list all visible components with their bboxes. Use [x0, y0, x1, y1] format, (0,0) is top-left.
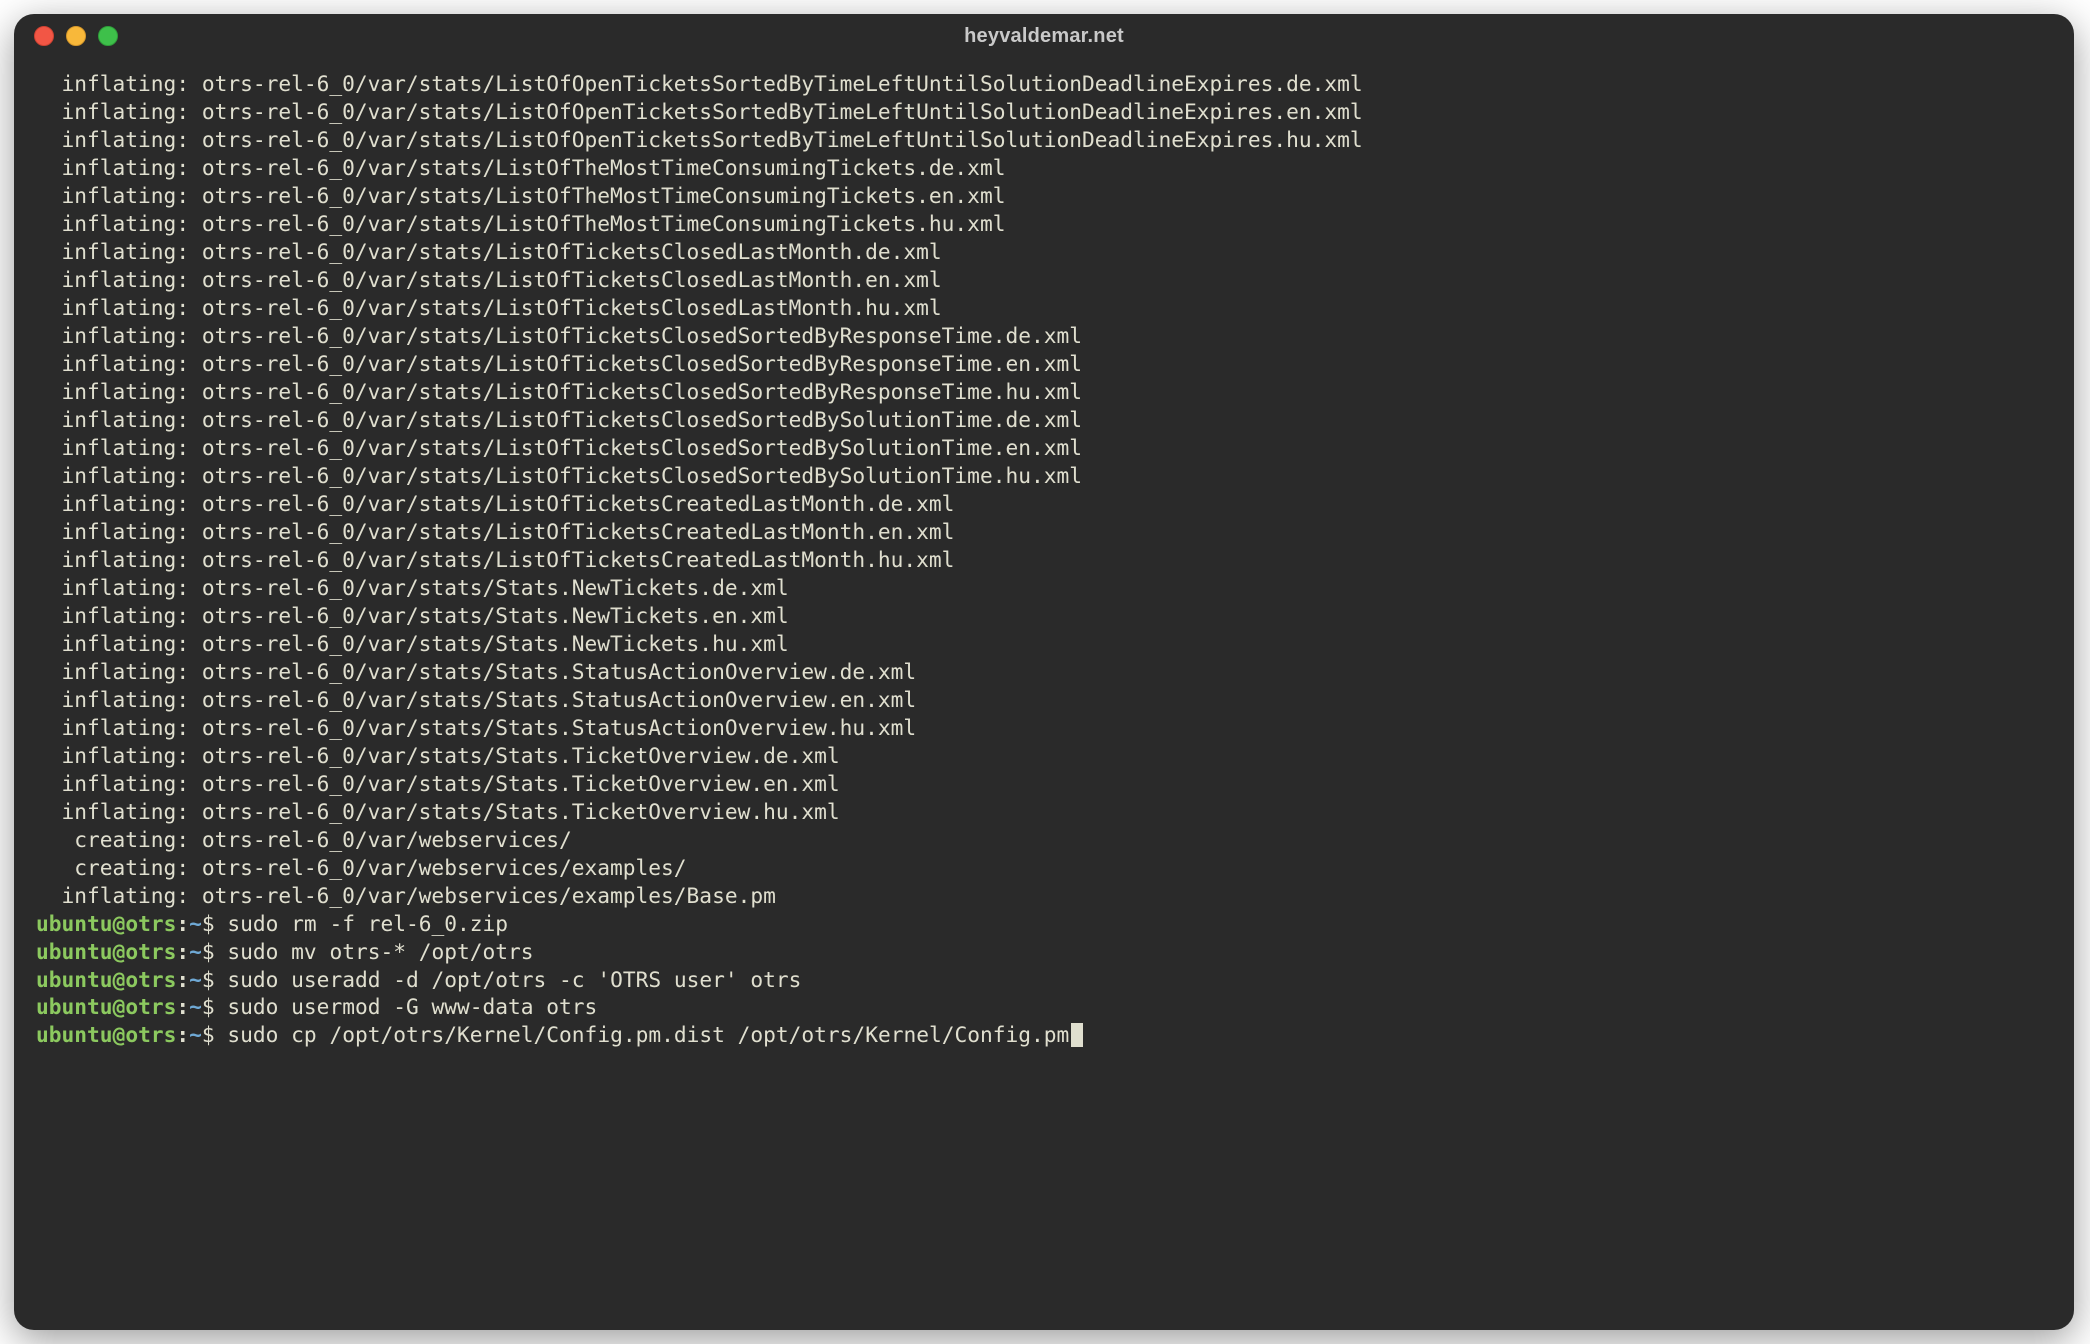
prompt-at: @	[113, 994, 126, 1019]
output-inflating-line: inflating: otrs-rel-6_0/var/webservices/…	[36, 883, 776, 908]
output-inflating-line: inflating: otrs-rel-6_0/var/stats/Stats.…	[36, 743, 840, 768]
output-inflating-line: inflating: otrs-rel-6_0/var/stats/ListOf…	[36, 491, 954, 516]
window-title: heyvaldemar.net	[14, 25, 2074, 48]
output-inflating-line: inflating: otrs-rel-6_0/var/stats/ListOf…	[36, 211, 1005, 236]
prompt-sigil: $	[202, 967, 228, 992]
command-text: sudo cp /opt/otrs/Kernel/Config.pm.dist …	[227, 1022, 1069, 1047]
prompt-cwd: ~	[189, 939, 202, 964]
cursor-icon	[1071, 1023, 1083, 1047]
command-text: sudo usermod -G www-data otrs	[227, 994, 597, 1019]
prompt-colon: :	[176, 1022, 189, 1047]
command-text: sudo mv otrs-* /opt/otrs	[227, 939, 533, 964]
terminal-window: heyvaldemar.net inflating: otrs-rel-6_0/…	[14, 14, 2074, 1330]
output-creating-line: creating: otrs-rel-6_0/var/webservices/	[36, 827, 572, 852]
prompt-user: ubuntu	[36, 939, 113, 964]
prompt-line: ubuntu@otrs:~$ sudo rm -f rel-6_0.zip	[36, 911, 508, 936]
prompt-at: @	[113, 1022, 126, 1047]
window-controls	[34, 26, 118, 46]
close-icon[interactable]	[34, 26, 54, 46]
prompt-user: ubuntu	[36, 994, 113, 1019]
output-inflating-line: inflating: otrs-rel-6_0/var/stats/ListOf…	[36, 351, 1082, 376]
output-inflating-line: inflating: otrs-rel-6_0/var/stats/ListOf…	[36, 267, 942, 292]
output-inflating-line: inflating: otrs-rel-6_0/var/stats/ListOf…	[36, 547, 954, 572]
output-inflating-line: inflating: otrs-rel-6_0/var/stats/ListOf…	[36, 127, 1363, 152]
prompt-line: ubuntu@otrs:~$ sudo usermod -G www-data …	[36, 994, 597, 1019]
command-text: sudo rm -f rel-6_0.zip	[227, 911, 508, 936]
prompt-at: @	[113, 939, 126, 964]
prompt-cwd: ~	[189, 967, 202, 992]
prompt-cwd: ~	[189, 994, 202, 1019]
prompt-at: @	[113, 911, 126, 936]
output-creating-line: creating: otrs-rel-6_0/var/webservices/e…	[36, 855, 687, 880]
output-inflating-line: inflating: otrs-rel-6_0/var/stats/ListOf…	[36, 379, 1082, 404]
terminal-body[interactable]: inflating: otrs-rel-6_0/var/stats/ListOf…	[14, 58, 2074, 1330]
prompt-host: otrs	[125, 1022, 176, 1047]
minimize-icon[interactable]	[66, 26, 86, 46]
prompt-host: otrs	[125, 967, 176, 992]
prompt-user: ubuntu	[36, 1022, 113, 1047]
prompt-user: ubuntu	[36, 911, 113, 936]
output-inflating-line: inflating: otrs-rel-6_0/var/stats/ListOf…	[36, 155, 1005, 180]
prompt-cwd: ~	[189, 911, 202, 936]
output-inflating-line: inflating: otrs-rel-6_0/var/stats/Stats.…	[36, 687, 916, 712]
output-inflating-line: inflating: otrs-rel-6_0/var/stats/ListOf…	[36, 323, 1082, 348]
output-inflating-line: inflating: otrs-rel-6_0/var/stats/Stats.…	[36, 715, 916, 740]
output-inflating-line: inflating: otrs-rel-6_0/var/stats/Stats.…	[36, 799, 840, 824]
prompt-at: @	[113, 967, 126, 992]
prompt-sigil: $	[202, 994, 228, 1019]
output-inflating-line: inflating: otrs-rel-6_0/var/stats/ListOf…	[36, 183, 1005, 208]
prompt-colon: :	[176, 939, 189, 964]
output-inflating-line: inflating: otrs-rel-6_0/var/stats/Stats.…	[36, 631, 789, 656]
prompt-sigil: $	[202, 939, 228, 964]
titlebar[interactable]: heyvaldemar.net	[14, 14, 2074, 58]
prompt-colon: :	[176, 911, 189, 936]
prompt-host: otrs	[125, 994, 176, 1019]
prompt-colon: :	[176, 994, 189, 1019]
output-inflating-line: inflating: otrs-rel-6_0/var/stats/Stats.…	[36, 575, 789, 600]
output-inflating-line: inflating: otrs-rel-6_0/var/stats/ListOf…	[36, 519, 954, 544]
prompt-host: otrs	[125, 911, 176, 936]
output-inflating-line: inflating: otrs-rel-6_0/var/stats/ListOf…	[36, 71, 1363, 96]
maximize-icon[interactable]	[98, 26, 118, 46]
prompt-host: otrs	[125, 939, 176, 964]
prompt-line: ubuntu@otrs:~$ sudo mv otrs-* /opt/otrs	[36, 939, 534, 964]
prompt-line: ubuntu@otrs:~$ sudo useradd -d /opt/otrs…	[36, 967, 801, 992]
output-inflating-line: inflating: otrs-rel-6_0/var/stats/ListOf…	[36, 407, 1082, 432]
prompt-cwd: ~	[189, 1022, 202, 1047]
output-inflating-line: inflating: otrs-rel-6_0/var/stats/ListOf…	[36, 435, 1082, 460]
output-inflating-line: inflating: otrs-rel-6_0/var/stats/Stats.…	[36, 659, 916, 684]
prompt-user: ubuntu	[36, 967, 113, 992]
output-inflating-line: inflating: otrs-rel-6_0/var/stats/ListOf…	[36, 239, 942, 264]
output-inflating-line: inflating: otrs-rel-6_0/var/stats/ListOf…	[36, 463, 1082, 488]
output-inflating-line: inflating: otrs-rel-6_0/var/stats/ListOf…	[36, 99, 1363, 124]
prompt-sigil: $	[202, 1022, 228, 1047]
prompt-line: ubuntu@otrs:~$ sudo cp /opt/otrs/Kernel/…	[36, 1022, 1083, 1047]
output-inflating-line: inflating: otrs-rel-6_0/var/stats/Stats.…	[36, 771, 840, 796]
command-text: sudo useradd -d /opt/otrs -c 'OTRS user'…	[227, 967, 801, 992]
output-inflating-line: inflating: otrs-rel-6_0/var/stats/Stats.…	[36, 603, 789, 628]
prompt-sigil: $	[202, 911, 228, 936]
prompt-colon: :	[176, 967, 189, 992]
output-inflating-line: inflating: otrs-rel-6_0/var/stats/ListOf…	[36, 295, 942, 320]
